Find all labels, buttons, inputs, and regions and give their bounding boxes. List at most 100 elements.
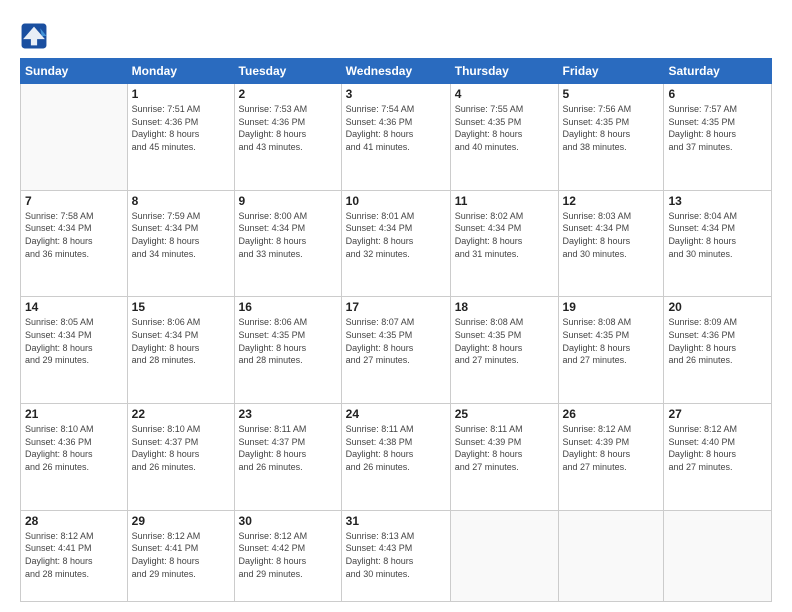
- day-info: Sunrise: 8:10 AM Sunset: 4:36 PM Dayligh…: [25, 423, 123, 473]
- day-cell: 6 Sunrise: 7:57 AM Sunset: 4:35 PM Daylig…: [664, 84, 772, 191]
- day-info: Sunrise: 8:12 AM Sunset: 4:39 PM Dayligh…: [563, 423, 660, 473]
- day-cell: 13Sunrise: 8:04 AM Sunset: 4:34 PM Dayli…: [664, 190, 772, 297]
- day-cell: 9Sunrise: 8:00 AM Sunset: 4:34 PM Daylig…: [234, 190, 341, 297]
- day-cell: 24Sunrise: 8:11 AM Sunset: 4:38 PM Dayli…: [341, 404, 450, 511]
- day-info: Sunrise: 8:05 AM Sunset: 4:34 PM Dayligh…: [25, 316, 123, 366]
- day-cell: [664, 510, 772, 601]
- day-info: Sunrise: 8:12 AM Sunset: 4:41 PM Dayligh…: [132, 530, 230, 580]
- day-info: Sunrise: 8:12 AM Sunset: 4:42 PM Dayligh…: [239, 530, 337, 580]
- day-cell: 21 Sunrise: 8:10 AM Sunset: 4:36 PM Dayli…: [21, 404, 128, 511]
- day-cell: 15 Sunrise: 8:06 AM Sunset: 4:34 PM Dayli…: [127, 297, 234, 404]
- logo: [20, 22, 52, 50]
- day-cell: [450, 510, 558, 601]
- day-number: 17: [346, 300, 446, 314]
- day-header-sunday: Sunday: [21, 59, 128, 84]
- day-number: 15: [132, 300, 230, 314]
- week-row-1: 7 Sunrise: 7:58 AM Sunset: 4:34 PM Daylig…: [21, 190, 772, 297]
- day-cell: 8 Sunrise: 7:59 AM Sunset: 4:34 PM Daylig…: [127, 190, 234, 297]
- day-cell: 14 Sunrise: 8:05 AM Sunset: 4:34 PM Dayli…: [21, 297, 128, 404]
- day-cell: 29 Sunrise: 8:12 AM Sunset: 4:41 PM Dayli…: [127, 510, 234, 601]
- day-cell: 12 Sunrise: 8:03 AM Sunset: 4:34 PM Dayli…: [558, 190, 664, 297]
- day-info: Sunrise: 8:03 AM Sunset: 4:34 PM Dayligh…: [563, 210, 660, 260]
- day-info: Sunrise: 7:58 AM Sunset: 4:34 PM Dayligh…: [25, 210, 123, 260]
- day-cell: 31Sunrise: 8:13 AM Sunset: 4:43 PM Dayli…: [341, 510, 450, 601]
- calendar-table: SundayMondayTuesdayWednesdayThursdayFrid…: [20, 58, 772, 602]
- day-info: Sunrise: 8:06 AM Sunset: 4:35 PM Dayligh…: [239, 316, 337, 366]
- day-info: Sunrise: 8:11 AM Sunset: 4:37 PM Dayligh…: [239, 423, 337, 473]
- day-cell: 11Sunrise: 8:02 AM Sunset: 4:34 PM Dayli…: [450, 190, 558, 297]
- day-number: 29: [132, 514, 230, 528]
- day-cell: 28Sunrise: 8:12 AM Sunset: 4:41 PM Dayli…: [21, 510, 128, 601]
- day-cell: [558, 510, 664, 601]
- day-info: Sunrise: 8:12 AM Sunset: 4:40 PM Dayligh…: [668, 423, 767, 473]
- day-number: 18: [455, 300, 554, 314]
- day-info: Sunrise: 8:01 AM Sunset: 4:34 PM Dayligh…: [346, 210, 446, 260]
- day-number: 6: [668, 87, 767, 101]
- day-info: Sunrise: 7:53 AM Sunset: 4:36 PM Dayligh…: [239, 103, 337, 153]
- day-number: 21: [25, 407, 123, 421]
- logo-icon: [20, 22, 48, 50]
- day-info: Sunrise: 7:56 AM Sunset: 4:35 PM Dayligh…: [563, 103, 660, 153]
- day-info: Sunrise: 7:51 AM Sunset: 4:36 PM Dayligh…: [132, 103, 230, 153]
- day-number: 31: [346, 514, 446, 528]
- day-number: 11: [455, 194, 554, 208]
- day-info: Sunrise: 8:11 AM Sunset: 4:39 PM Dayligh…: [455, 423, 554, 473]
- day-info: Sunrise: 8:06 AM Sunset: 4:34 PM Dayligh…: [132, 316, 230, 366]
- day-number: 3: [346, 87, 446, 101]
- day-number: 12: [563, 194, 660, 208]
- day-info: Sunrise: 8:08 AM Sunset: 4:35 PM Dayligh…: [455, 316, 554, 366]
- day-number: 30: [239, 514, 337, 528]
- day-number: 16: [239, 300, 337, 314]
- day-cell: 2 Sunrise: 7:53 AM Sunset: 4:36 PM Daylig…: [234, 84, 341, 191]
- week-row-3: 21 Sunrise: 8:10 AM Sunset: 4:36 PM Dayli…: [21, 404, 772, 511]
- day-number: 27: [668, 407, 767, 421]
- day-cell: 7 Sunrise: 7:58 AM Sunset: 4:34 PM Daylig…: [21, 190, 128, 297]
- day-info: Sunrise: 7:55 AM Sunset: 4:35 PM Dayligh…: [455, 103, 554, 153]
- day-info: Sunrise: 7:54 AM Sunset: 4:36 PM Dayligh…: [346, 103, 446, 153]
- day-header-saturday: Saturday: [664, 59, 772, 84]
- week-row-4: 28 Sunrise: 8:12 AM Sunset: 4:41 PM Dayli…: [21, 510, 772, 601]
- day-cell: 1 Sunrise: 7:51 AM Sunset: 4:36 PM Daylig…: [127, 84, 234, 191]
- day-number: 20: [668, 300, 767, 314]
- day-number: 1: [132, 87, 230, 101]
- day-cell: 23Sunrise: 8:11 AM Sunset: 4:37 PM Dayli…: [234, 404, 341, 511]
- day-cell: 22 Sunrise: 8:10 AM Sunset: 4:37 PM Dayli…: [127, 404, 234, 511]
- day-number: 5: [563, 87, 660, 101]
- day-number: 19: [563, 300, 660, 314]
- day-cell: 3 Sunrise: 7:54 AM Sunset: 4:36 PM Daylig…: [341, 84, 450, 191]
- day-cell: [21, 84, 128, 191]
- day-info: Sunrise: 7:59 AM Sunset: 4:34 PM Dayligh…: [132, 210, 230, 260]
- day-info: Sunrise: 8:10 AM Sunset: 4:37 PM Dayligh…: [132, 423, 230, 473]
- day-number: 24: [346, 407, 446, 421]
- day-cell: 27 Sunrise: 8:12 AM Sunset: 4:40 PM Dayli…: [664, 404, 772, 511]
- day-cell: 16 Sunrise: 8:06 AM Sunset: 4:35 PM Dayli…: [234, 297, 341, 404]
- day-cell: 25 Sunrise: 8:11 AM Sunset: 4:39 PM Dayli…: [450, 404, 558, 511]
- day-header-friday: Friday: [558, 59, 664, 84]
- day-info: Sunrise: 8:04 AM Sunset: 4:34 PM Dayligh…: [668, 210, 767, 260]
- day-info: Sunrise: 8:09 AM Sunset: 4:36 PM Dayligh…: [668, 316, 767, 366]
- week-row-0: 1 Sunrise: 7:51 AM Sunset: 4:36 PM Daylig…: [21, 84, 772, 191]
- day-cell: 30 Sunrise: 8:12 AM Sunset: 4:42 PM Dayli…: [234, 510, 341, 601]
- day-number: 10: [346, 194, 446, 208]
- day-number: 28: [25, 514, 123, 528]
- day-header-monday: Monday: [127, 59, 234, 84]
- day-number: 8: [132, 194, 230, 208]
- day-number: 7: [25, 194, 123, 208]
- day-number: 26: [563, 407, 660, 421]
- page: SundayMondayTuesdayWednesdayThursdayFrid…: [0, 0, 792, 612]
- day-number: 14: [25, 300, 123, 314]
- day-cell: 10 Sunrise: 8:01 AM Sunset: 4:34 PM Dayli…: [341, 190, 450, 297]
- day-header-thursday: Thursday: [450, 59, 558, 84]
- day-cell: 5 Sunrise: 7:56 AM Sunset: 4:35 PM Daylig…: [558, 84, 664, 191]
- day-cell: 19Sunrise: 8:08 AM Sunset: 4:35 PM Dayli…: [558, 297, 664, 404]
- header: [20, 18, 772, 50]
- day-cell: 20 Sunrise: 8:09 AM Sunset: 4:36 PM Dayli…: [664, 297, 772, 404]
- day-info: Sunrise: 7:57 AM Sunset: 4:35 PM Dayligh…: [668, 103, 767, 153]
- day-number: 9: [239, 194, 337, 208]
- day-number: 2: [239, 87, 337, 101]
- day-cell: 18 Sunrise: 8:08 AM Sunset: 4:35 PM Dayli…: [450, 297, 558, 404]
- calendar-body: 1 Sunrise: 7:51 AM Sunset: 4:36 PM Daylig…: [21, 84, 772, 602]
- calendar-header: SundayMondayTuesdayWednesdayThursdayFrid…: [21, 59, 772, 84]
- day-number: 25: [455, 407, 554, 421]
- day-number: 22: [132, 407, 230, 421]
